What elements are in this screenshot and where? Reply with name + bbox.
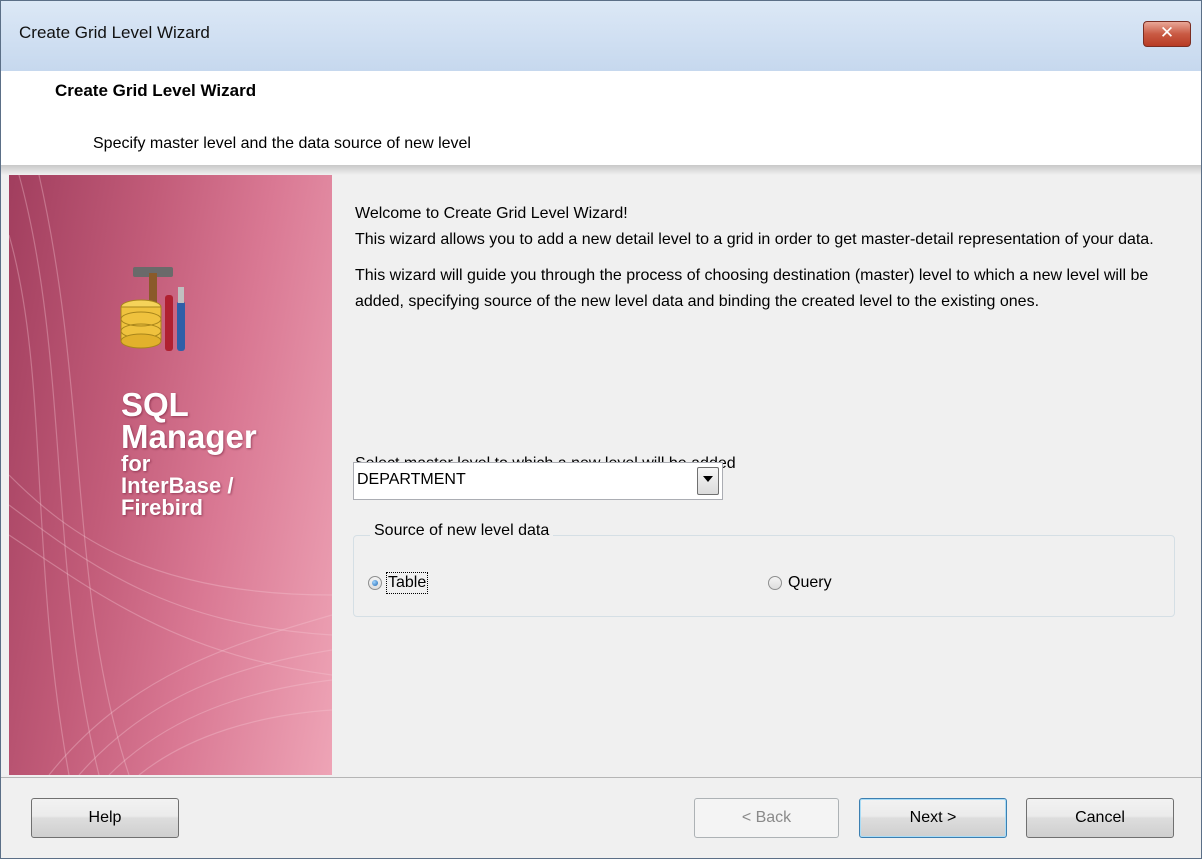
radio-table-label: Table xyxy=(385,572,429,594)
brand-line: SQL xyxy=(121,386,189,423)
header-title: Create Grid Level Wizard xyxy=(55,81,257,100)
radio-selected-icon[interactable] xyxy=(368,576,382,590)
wizard-content: Welcome to Create Grid Level Wizard! Thi… xyxy=(355,201,1185,325)
brand-line: Manager xyxy=(121,418,257,455)
product-brand: SQL Manager for InterBase / Firebird xyxy=(121,386,257,520)
brand-line: InterBase / xyxy=(121,473,234,498)
radio-table[interactable]: Table xyxy=(368,572,429,594)
side-banner: SQL Manager for InterBase / Firebird xyxy=(9,175,332,775)
wizard-window: Create Grid Level Wizard ✕ Create Grid L… xyxy=(0,0,1202,859)
source-groupbox: Source of new level data Table Query xyxy=(353,522,1175,617)
database-tools-icon xyxy=(120,267,185,351)
radio-unselected-icon[interactable] xyxy=(768,576,782,590)
radio-query[interactable]: Query xyxy=(768,574,832,592)
source-group-legend: Source of new level data xyxy=(370,522,554,540)
cancel-button[interactable]: Cancel xyxy=(1026,798,1174,838)
radio-query-label: Query xyxy=(788,574,832,591)
help-button[interactable]: Help xyxy=(31,798,179,838)
guide-text: This wizard will guide you through the p… xyxy=(355,267,1149,310)
master-level-select[interactable]: DEPARTMENT xyxy=(353,462,723,500)
back-button[interactable]: < Back xyxy=(694,798,839,838)
brand-line: Firebird xyxy=(121,495,203,520)
window-title: Create Grid Level Wizard xyxy=(19,23,210,42)
chevron-down-icon[interactable] xyxy=(697,467,719,495)
next-button[interactable]: Next > xyxy=(859,798,1007,838)
master-level-value: DEPARTMENT xyxy=(357,471,466,488)
close-icon[interactable]: ✕ xyxy=(1143,21,1191,47)
brand-line: for xyxy=(121,451,151,476)
wizard-header: Create Grid Level Wizard Specify master … xyxy=(1,71,1201,165)
intro-text: This wizard allows you to add a new deta… xyxy=(355,231,1154,248)
welcome-text: Welcome to Create Grid Level Wizard! xyxy=(355,205,628,222)
header-subtitle: Specify master level and the data source… xyxy=(93,135,471,152)
title-bar[interactable]: Create Grid Level Wizard ✕ xyxy=(1,1,1201,71)
footer-divider xyxy=(1,777,1201,778)
header-divider xyxy=(1,165,1201,175)
